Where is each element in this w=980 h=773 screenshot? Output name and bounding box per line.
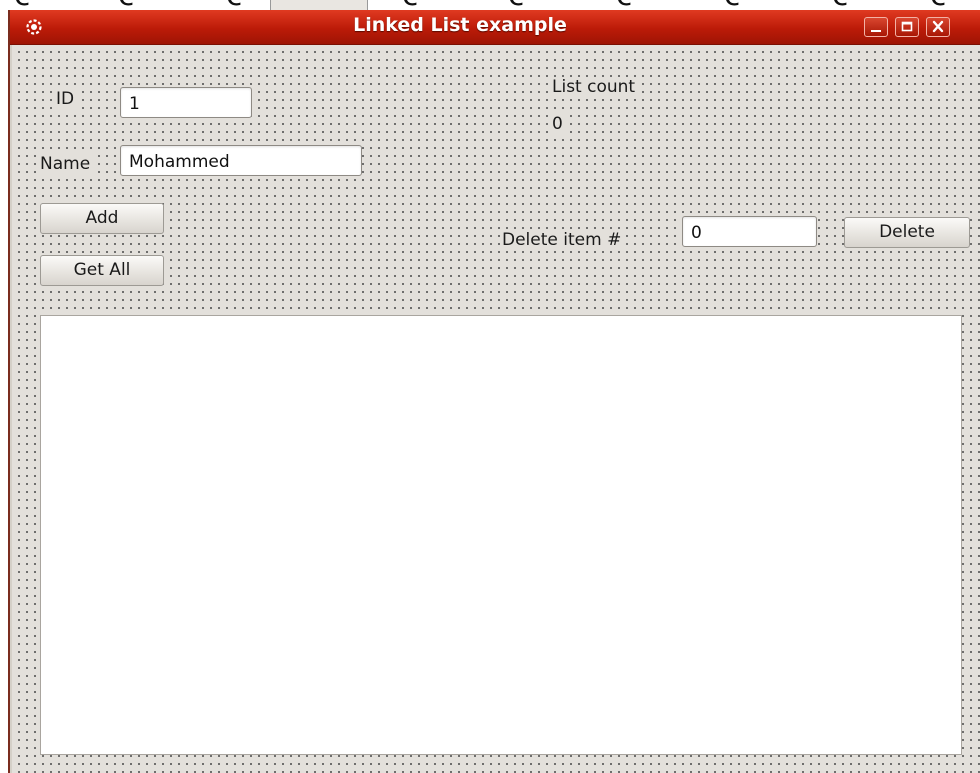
minimize-button[interactable] [864, 17, 888, 37]
close-button[interactable] [926, 17, 950, 37]
id-input[interactable] [120, 87, 252, 118]
id-label: ID [54, 89, 77, 109]
minimize-icon [871, 30, 881, 32]
name-label: Name [38, 154, 93, 174]
list-count-value: 0 [550, 114, 565, 134]
close-icon [932, 20, 944, 33]
title-bar[interactable]: Linked List example [10, 10, 980, 45]
delete-item-input[interactable] [682, 216, 817, 247]
maximize-icon [901, 21, 913, 32]
delete-button[interactable]: Delete [844, 217, 970, 248]
get-all-button[interactable]: Get All [40, 255, 164, 286]
app-window: Linked List example ID Name Add Get All … [8, 10, 980, 773]
items-listbox[interactable] [40, 315, 962, 755]
list-count-label: List count [550, 77, 638, 97]
maximize-button[interactable] [895, 17, 919, 37]
form-canvas: ID Name Add Get All List count 0 Delete … [12, 45, 980, 773]
delete-item-label: Delete item # [500, 230, 624, 250]
name-input[interactable] [120, 145, 362, 176]
add-button[interactable]: Add [40, 203, 164, 234]
window-title: Linked List example [353, 14, 567, 36]
